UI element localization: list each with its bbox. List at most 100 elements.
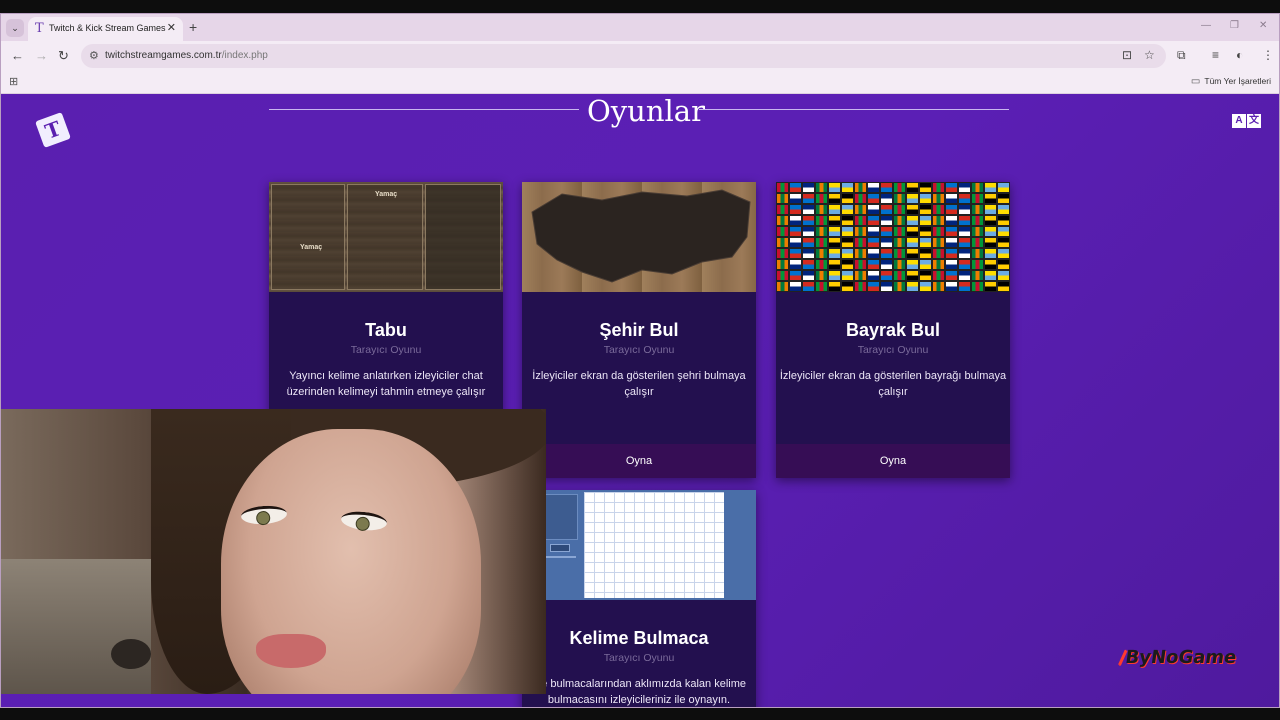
flag-tile: [958, 281, 971, 292]
tab-search-icon[interactable]: ⌄: [6, 19, 24, 37]
flag-tile: [815, 248, 828, 259]
flag-tile: [893, 193, 906, 204]
flag-tile: [997, 226, 1010, 237]
flag-tile: [815, 259, 828, 270]
menu-icon[interactable]: ⋮: [1262, 48, 1274, 62]
flag-tile: [893, 259, 906, 270]
flag-tile: [971, 248, 984, 259]
flag-tile: [802, 237, 815, 248]
restore-icon[interactable]: ❐: [1230, 20, 1239, 31]
flag-tile: [880, 270, 893, 281]
address-bar[interactable]: ⚙ twitchstreamgames.com.tr/index.php: [81, 44, 1166, 68]
all-bookmarks-folder[interactable]: ▭ Tüm Yer İşaretleri: [1191, 76, 1271, 87]
flag-tile: [867, 193, 880, 204]
extensions-icon[interactable]: ⧉: [1177, 48, 1186, 63]
play-button[interactable]: Oyna: [776, 444, 1010, 478]
flag-tile: [802, 226, 815, 237]
flag-tile: [880, 248, 893, 259]
back-icon[interactable]: ←: [11, 48, 24, 63]
flag-tile: [893, 182, 906, 193]
flag-tile: [997, 270, 1010, 281]
apps-grid-icon[interactable]: ⊞: [9, 75, 18, 88]
close-window-icon[interactable]: ✕: [1259, 20, 1267, 31]
flag-tile: [815, 237, 828, 248]
word-search-thumbnail: [522, 490, 756, 600]
flag-tile: [984, 248, 997, 259]
flag-tile: [789, 270, 802, 281]
flag-tile: [958, 259, 971, 270]
flag-tile: [880, 204, 893, 215]
flag-tile: [919, 182, 932, 193]
bookmark-folder-label: Tüm Yer İşaretleri: [1204, 76, 1271, 86]
game-subtitle: Tarayıcı Oyunu: [603, 652, 675, 664]
flag-tile: [906, 281, 919, 292]
flag-tile: [802, 281, 815, 292]
game-title: Tabu: [365, 320, 407, 340]
flag-tile: [854, 237, 867, 248]
flag-tile: [945, 193, 958, 204]
game-description: Yayıncı kelime anlatırken izleyiciler ch…: [286, 370, 486, 398]
page-content: Oyunlar T A文 Yamaç Yamaç Tabu Tarayıcı O…: [1, 94, 1279, 707]
game-title: Bayrak Bul: [845, 320, 941, 340]
flag-tile: [971, 259, 984, 270]
flag-tile: [776, 248, 789, 259]
flag-tile: [997, 182, 1010, 193]
game-card-kelime-bulmaca[interactable]: Kelime Bulmaca Tarayıcı Oyunu ete bulmac…: [522, 490, 756, 707]
flag-tile: [880, 215, 893, 226]
flag-tile: [854, 204, 867, 215]
language-switcher-icon[interactable]: A文: [1232, 110, 1262, 128]
profile-icon[interactable]: ◐: [1236, 48, 1243, 62]
reload-icon[interactable]: ↻: [58, 48, 69, 64]
new-tab-icon[interactable]: +: [189, 19, 197, 35]
flag-tile: [971, 270, 984, 281]
flag-tile: [984, 270, 997, 281]
flag-tile: [984, 193, 997, 204]
flag-tile: [802, 259, 815, 270]
minimize-icon[interactable]: —: [1201, 20, 1211, 31]
flag-tile: [815, 204, 828, 215]
flag-tile: [789, 237, 802, 248]
tab-active[interactable]: T Twitch & Kick Stream Games ✕: [28, 17, 183, 41]
game-card-sehir-bul[interactable]: Şehir Bul Tarayıcı Oyunu İzleyiciler ekr…: [522, 182, 756, 478]
flag-tile: [815, 182, 828, 193]
flag-tile: [854, 270, 867, 281]
flag-tile: [997, 281, 1010, 292]
flag-tile: [815, 193, 828, 204]
media-controls-icon[interactable]: ≡: [1212, 48, 1219, 62]
tab-close-icon[interactable]: ✕: [167, 21, 176, 34]
site-info-icon[interactable]: ⚙: [89, 49, 99, 62]
flag-tile: [854, 226, 867, 237]
flag-tile: [802, 270, 815, 281]
flag-tile: [932, 270, 945, 281]
flag-tile: [815, 215, 828, 226]
flag-tile: [932, 237, 945, 248]
flag-tile: [776, 226, 789, 237]
flag-tile: [893, 204, 906, 215]
game-subtitle: Tarayıcı Oyunu: [857, 344, 929, 356]
flag-tile: [776, 215, 789, 226]
site-logo[interactable]: T: [35, 112, 71, 148]
flag-tile: [854, 193, 867, 204]
flag-tile: [958, 204, 971, 215]
game-card-bayrak-bul[interactable]: Bayrak Bul Tarayıcı Oyunu İzleyiciler ek…: [776, 182, 1010, 478]
flag-tile: [802, 248, 815, 259]
flag-tile: [945, 248, 958, 259]
flag-tile: [802, 204, 815, 215]
flag-tile: [776, 182, 789, 193]
flag-tile: [841, 204, 854, 215]
flag-tile: [932, 182, 945, 193]
flag-tile: [919, 248, 932, 259]
flag-tile: [828, 182, 841, 193]
install-app-icon[interactable]: ⊡: [1122, 48, 1132, 62]
flag-tile: [932, 193, 945, 204]
forward-icon[interactable]: →: [35, 48, 48, 63]
flag-tile: [945, 226, 958, 237]
flag-tile: [815, 226, 828, 237]
flag-tile: [828, 270, 841, 281]
flag-tile: [984, 237, 997, 248]
flag-tile: [880, 237, 893, 248]
play-button[interactable]: Oyna: [522, 444, 756, 478]
bookmark-star-icon[interactable]: ☆: [1144, 48, 1155, 62]
flag-tile: [789, 281, 802, 292]
flag-tile: [906, 215, 919, 226]
